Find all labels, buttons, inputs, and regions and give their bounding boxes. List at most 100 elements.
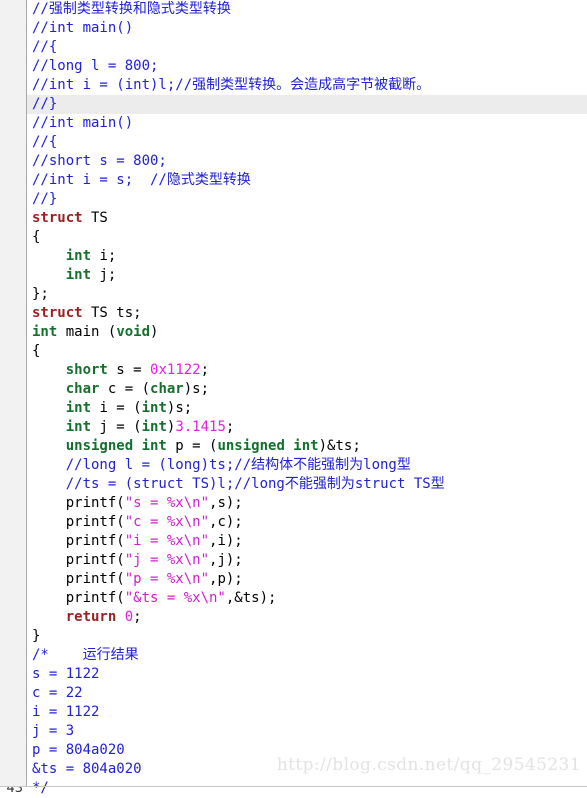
code-line[interactable]: 20 {: [0, 342, 587, 361]
code-line[interactable]: 34 return 0;: [0, 608, 587, 627]
code-line[interactable]: 7 //}: [0, 95, 587, 114]
code-line[interactable]: 17};: [0, 285, 587, 304]
line-content[interactable]: /* 运行结果: [32, 646, 139, 665]
line-content[interactable]: //}: [32, 190, 57, 209]
line-content[interactable]: //int i = (int)l;//强制类型转换。会造成高字节被截断。: [32, 76, 430, 95]
code-line[interactable]: 25 unsigned int p = (unsigned int)&ts;: [0, 437, 587, 456]
code-line[interactable]: 6 //int i = (int)l;//强制类型转换。会造成高字节被截断。: [0, 76, 587, 95]
line-content[interactable]: struct TS: [32, 209, 108, 228]
code-line[interactable]: 19 int main (void): [0, 323, 587, 342]
line-content[interactable]: int i;: [32, 247, 117, 266]
line-number: 7: [13, 97, 23, 112]
line-content[interactable]: j = 3: [32, 722, 74, 741]
line-content[interactable]: p = 804a020: [32, 741, 125, 760]
line-content[interactable]: short s = 0x1122;: [32, 361, 209, 380]
line-content[interactable]: //{: [32, 38, 57, 57]
code-line[interactable]: 11 //int i = s; //隐式类型转换: [0, 171, 587, 190]
line-content[interactable]: {: [32, 342, 40, 361]
line-content[interactable]: //int i = s; //隐式类型转换: [32, 171, 251, 190]
code-line[interactable]: 15 int i;: [0, 247, 587, 266]
code-line[interactable]: 24 int j = (int)3.1415;: [0, 418, 587, 437]
code-line[interactable]: 32 printf("p = %x\n",p);: [0, 570, 587, 589]
code-line[interactable]: 8 //int main(): [0, 114, 587, 133]
line-content[interactable]: struct TS ts;: [32, 304, 142, 323]
code-line[interactable]: 27 //ts = (struct TS)l;//long不能强制为struct…: [0, 475, 587, 494]
line-content[interactable]: printf("s = %x\n",s);: [32, 494, 243, 513]
line-content[interactable]: &ts = 804a020: [32, 760, 142, 779]
code-line[interactable]: 26 //long l = (long)ts;//结构体不能强制为long型: [0, 456, 587, 475]
code-line[interactable]: 43 */: [0, 779, 587, 798]
line-content[interactable]: printf("j = %x\n",j);: [32, 551, 243, 570]
line-content[interactable]: }: [32, 627, 40, 646]
code-line[interactable]: 10 //short s = 800;: [0, 152, 587, 171]
line-content[interactable]: };: [32, 285, 49, 304]
token-pln: )s;: [183, 381, 210, 397]
token-cmt: //int main(): [32, 20, 134, 36]
line-content[interactable]: */: [32, 779, 49, 798]
line-content[interactable]: s = 1122: [32, 665, 99, 684]
line-content[interactable]: //long l = (long)ts;//结构体不能强制为long型: [32, 456, 411, 475]
code-line[interactable]: 18 struct TS ts;: [0, 304, 587, 323]
line-number: 30: [6, 534, 23, 549]
line-content[interactable]: unsigned int p = (unsigned int)&ts;: [32, 437, 361, 456]
token-pln: printf(: [32, 514, 125, 530]
line-content[interactable]: //short s = 800;: [32, 152, 167, 171]
code-line[interactable]: 2 //强制类型转换和隐式类型转换: [0, 0, 587, 19]
code-line[interactable]: 41 p = 804a020: [0, 741, 587, 760]
token-str: "p = %x\n": [124, 571, 210, 587]
token-cmt: //long l = 800;: [32, 58, 159, 74]
code-line[interactable]: 12 //}: [0, 190, 587, 209]
line-content[interactable]: //long l = 800;: [32, 57, 158, 76]
line-content[interactable]: {: [32, 228, 40, 247]
code-line[interactable]: 21 short s = 0x1122;: [0, 361, 587, 380]
line-content[interactable]: char c = (char)s;: [32, 380, 209, 399]
line-number: 35: [6, 629, 23, 644]
line-number: 11: [6, 173, 23, 188]
code-line[interactable]: 33 printf("&ts = %x\n",&ts);: [0, 589, 587, 608]
code-line[interactable]: 14 {: [0, 228, 587, 247]
token-num: 0x1122: [150, 362, 201, 378]
line-content[interactable]: int j = (int)3.1415;: [32, 418, 235, 437]
code-line[interactable]: 23 int i = (int)s;: [0, 399, 587, 418]
line-content[interactable]: return 0;: [32, 608, 142, 627]
token-pln: [32, 267, 66, 283]
code-line[interactable]: 30 printf("i = %x\n",i);: [0, 532, 587, 551]
code-line[interactable]: 5 //long l = 800;: [0, 57, 587, 76]
code-editor[interactable]: 2 //强制类型转换和隐式类型转换 3 //int main() 4 //{5 //long…: [0, 0, 587, 796]
code-line[interactable]: 16 int j;: [0, 266, 587, 285]
line-content[interactable]: //}: [32, 95, 57, 114]
line-content[interactable]: printf("&ts = %x\n",&ts);: [32, 589, 277, 608]
line-content[interactable]: //{: [32, 133, 57, 152]
line-content[interactable]: //int main(): [32, 19, 133, 38]
code-line-list[interactable]: 2 //强制类型转换和隐式类型转换 3 //int main() 4 //{5 //long…: [0, 0, 587, 798]
token-kw: int: [65, 419, 92, 435]
line-content[interactable]: c = 22: [32, 684, 83, 703]
line-content[interactable]: //强制类型转换和隐式类型转换: [32, 0, 231, 19]
line-content[interactable]: //ts = (struct TS)l;//long不能强制为struct TS…: [32, 475, 445, 494]
code-line[interactable]: 3 //int main(): [0, 19, 587, 38]
line-content[interactable]: int i = (int)s;: [32, 399, 192, 418]
line-number: 6: [14, 78, 23, 93]
code-line[interactable]: 36 /* 运行结果: [0, 646, 587, 665]
code-line[interactable]: 29 printf("c = %x\n",c);: [0, 513, 587, 532]
code-line[interactable]: 42 &ts = 804a020: [0, 760, 587, 779]
line-content[interactable]: int j;: [32, 266, 117, 285]
code-line[interactable]: 13 struct TS: [0, 209, 587, 228]
code-line[interactable]: 35}: [0, 627, 587, 646]
line-content[interactable]: printf("c = %x\n",c);: [32, 513, 243, 532]
line-number: 29: [6, 515, 23, 530]
code-line[interactable]: 39 i = 1122: [0, 703, 587, 722]
line-content[interactable]: int main (void): [32, 323, 158, 342]
code-line[interactable]: 4 //{: [0, 38, 587, 57]
code-line[interactable]: 28 printf("s = %x\n",s);: [0, 494, 587, 513]
code-line[interactable]: 40 j = 3: [0, 722, 587, 741]
code-line[interactable]: 37 s = 1122: [0, 665, 587, 684]
code-line[interactable]: 22 char c = (char)s;: [0, 380, 587, 399]
code-line[interactable]: 31 printf("j = %x\n",j);: [0, 551, 587, 570]
line-content[interactable]: printf("p = %x\n",p);: [32, 570, 243, 589]
line-content[interactable]: printf("i = %x\n",i);: [32, 532, 243, 551]
line-content[interactable]: i = 1122: [32, 703, 99, 722]
code-line[interactable]: 9 //{: [0, 133, 587, 152]
code-line[interactable]: 38 c = 22: [0, 684, 587, 703]
line-content[interactable]: //int main(): [32, 114, 133, 133]
